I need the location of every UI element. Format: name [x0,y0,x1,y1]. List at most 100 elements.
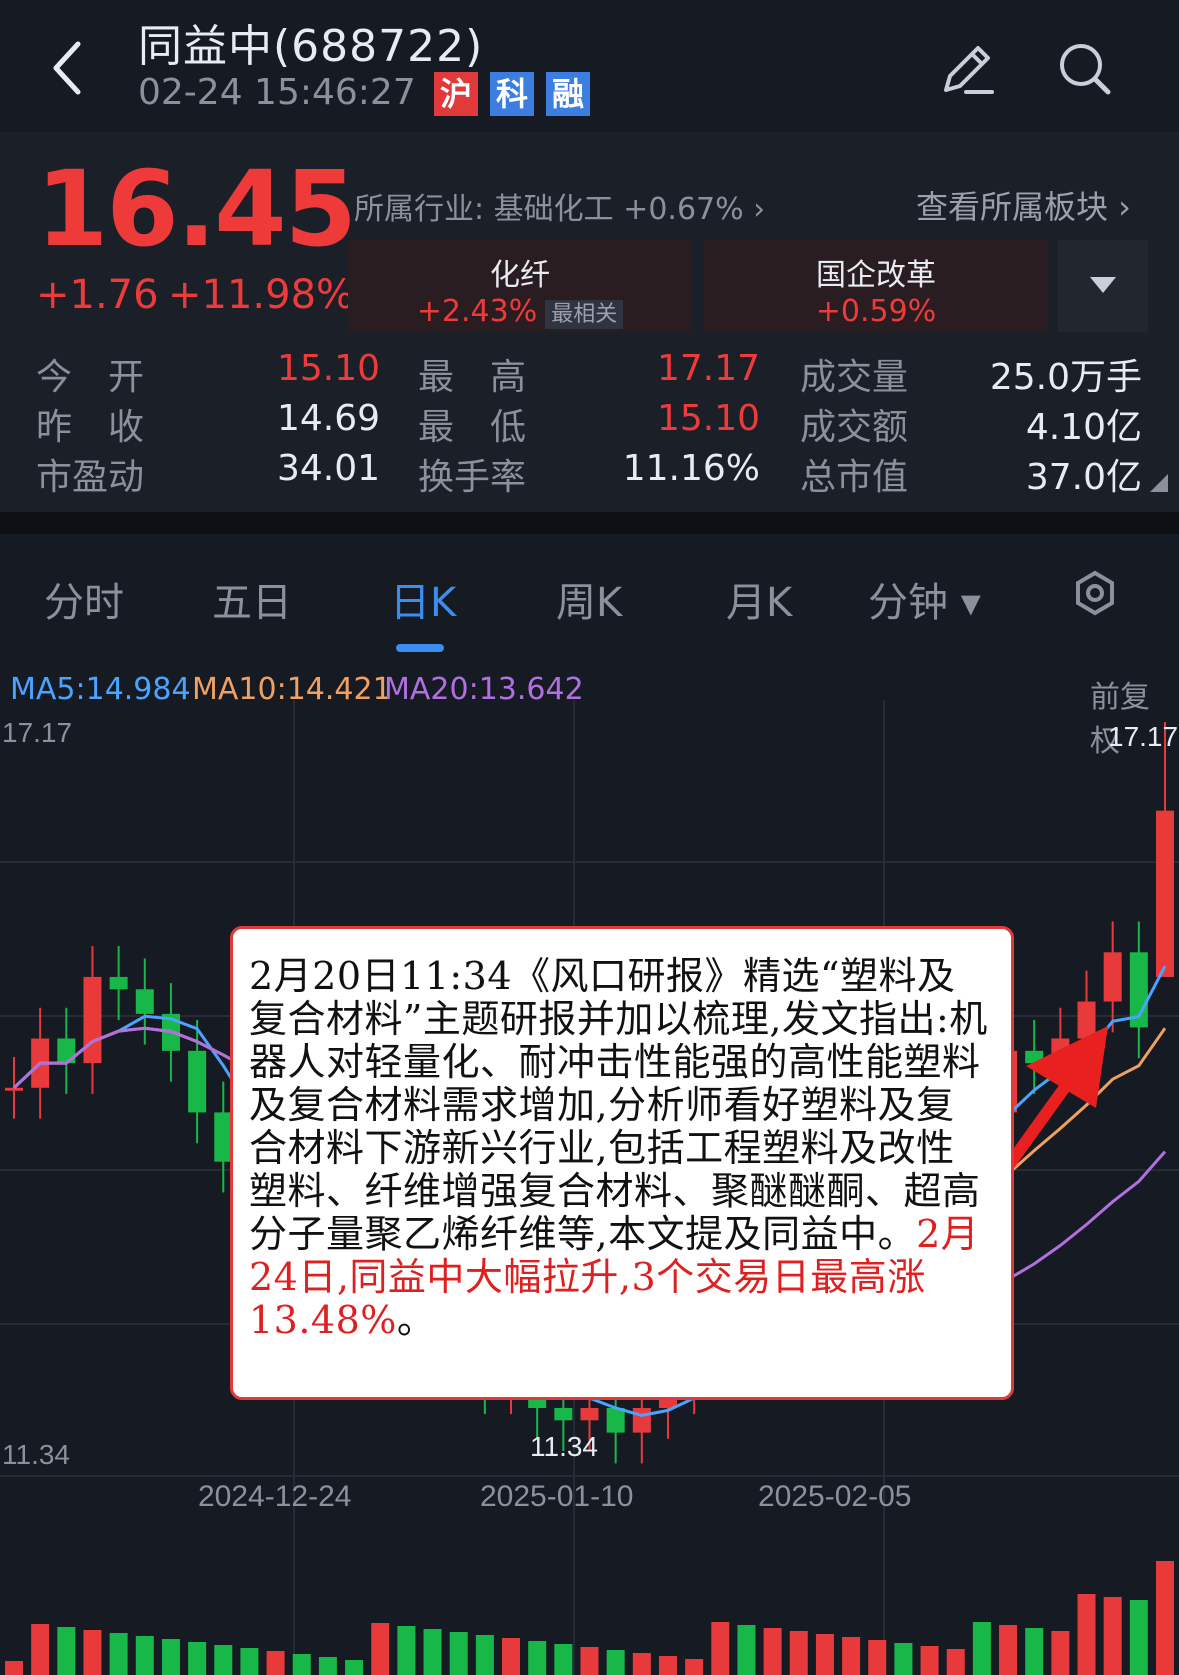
stat-label-prev-close: 昨 收 [36,407,145,448]
candle-body [1077,1001,1096,1039]
volume-bar [1025,1628,1044,1675]
stat-label-open: 今 开 [36,357,145,398]
tab-daily-k[interactable]: 日K [390,570,456,628]
tag-star-market: 科 [490,72,534,116]
volume-bar [109,1633,128,1675]
y-axis-min-label: 11.34 [2,1439,70,1470]
volume-bar [1051,1631,1070,1675]
volume-bar [580,1647,599,1675]
expand-concepts-button[interactable] [1058,240,1148,332]
tab-minute[interactable]: 分钟 ▾ [868,570,981,628]
stat-value-open: 15.10 [276,348,380,389]
search-icon[interactable] [1056,40,1114,98]
volume-bar [999,1625,1018,1675]
candle-body [554,1407,573,1421]
volume-bar [815,1634,834,1675]
candle-body [1156,810,1174,977]
news-annotation-box: 2月20日11:34《风口研报》精选“塑料及复合材料”主题研报并加以梳理,发文指… [230,926,1014,1400]
volume-bar [345,1660,364,1675]
concept-name: 国企改革 [816,258,936,293]
edit-icon[interactable] [938,40,996,98]
current-price: 16.45 [36,148,357,270]
tab-weekly-k[interactable]: 周K [556,570,622,628]
volume-bar [135,1636,154,1675]
volume-bar [972,1622,991,1675]
volume-bar [397,1626,416,1675]
volume-bar [920,1646,939,1675]
note-end: 。 [396,1298,436,1342]
candle-body [188,1050,207,1113]
volume-bar [502,1638,521,1675]
candle-body [606,1407,625,1433]
candle-body [1103,952,1122,1002]
candle-body [135,989,154,1014]
volume-bar [475,1635,494,1675]
volume-bar [1129,1600,1148,1675]
volume-bar [188,1642,207,1675]
x-axis-label: 2024-12-24 [198,1480,351,1513]
volume-bar [528,1641,547,1675]
tab-five-day[interactable]: 五日 [212,570,292,628]
volume-bar [57,1627,76,1675]
volume-bar [737,1625,756,1675]
section-divider [0,512,1179,534]
volume-bar [292,1654,311,1675]
active-tab-indicator [396,644,444,652]
x-axis-label: 2025-02-05 [758,1480,911,1513]
volume-bar [711,1622,730,1675]
volume-bar [632,1653,651,1675]
back-arrow-icon[interactable] [48,38,88,98]
volume-bars [5,1561,1174,1675]
tag-margin: 融 [546,72,590,116]
stock-title: 同益中(688722) [138,21,484,72]
volume-bar [83,1630,102,1675]
volume-bar [789,1631,808,1675]
volume-bar [658,1656,677,1675]
industry-link[interactable]: 所属行业: 基础化工 +0.67% › [354,184,765,228]
concept-card-fiber[interactable]: 化纤 +2.43% 最相关 [348,240,692,332]
quote-datetime: 02-24 15:46:27 [138,72,416,113]
stat-value-prev-close: 14.69 [276,398,380,439]
concept-card-soe-reform[interactable]: 国企改革 +0.59% [704,240,1048,332]
volume-bar [240,1648,259,1675]
volume-bar [318,1657,337,1675]
stat-value-turnover: 11.16% [622,448,760,489]
view-blocks-link[interactable]: 查看所属板块 › [916,182,1131,228]
concept-name: 化纤 [490,258,550,293]
stat-label-low: 最 低 [418,407,527,448]
volume-bar [868,1640,887,1675]
volume-bar [266,1651,285,1675]
volume-bar [5,1661,23,1675]
tab-intraday[interactable]: 分时 [44,570,124,628]
candle-body [632,1407,651,1433]
volume-bar [31,1624,50,1675]
concept-value: +0.59% [815,294,937,329]
volume-bar [214,1645,233,1675]
volume-bar [842,1637,861,1675]
volume-bar [161,1639,180,1675]
volume-bar [423,1629,442,1675]
price-change-percent: +11.98% [168,272,355,318]
stat-label-pe: 市盈动 [36,457,145,498]
settings-icon[interactable] [1074,570,1116,616]
volume-bar [371,1623,390,1675]
most-related-badge: 最相关 [545,300,624,329]
stat-label-amount: 成交额 [800,407,909,448]
stat-value-volume: 25.0万手 [989,357,1142,398]
stat-value-amount: 4.10亿 [1025,407,1142,448]
note-text: 2月20日11:34《风口研报》精选“塑料及复合材料”主题研报并加以梳理,发文指… [249,954,988,1256]
chevron-down-icon [1090,277,1116,293]
candle-body [580,1407,599,1421]
price-change: +1.76 [36,272,159,318]
expand-corner-icon[interactable] [1150,474,1168,492]
candle-body [109,976,128,990]
tab-monthly-k[interactable]: 月K [726,570,792,628]
volume-bar [763,1628,782,1675]
stat-value-pe: 34.01 [276,448,380,489]
high-price-marker: 17.17 [1108,721,1178,752]
stat-label-turnover: 换手率 [418,457,527,498]
candle-body [5,1087,23,1091]
volume-bar [894,1643,913,1675]
volume-bar [1077,1594,1096,1675]
volume-bar [685,1659,704,1675]
